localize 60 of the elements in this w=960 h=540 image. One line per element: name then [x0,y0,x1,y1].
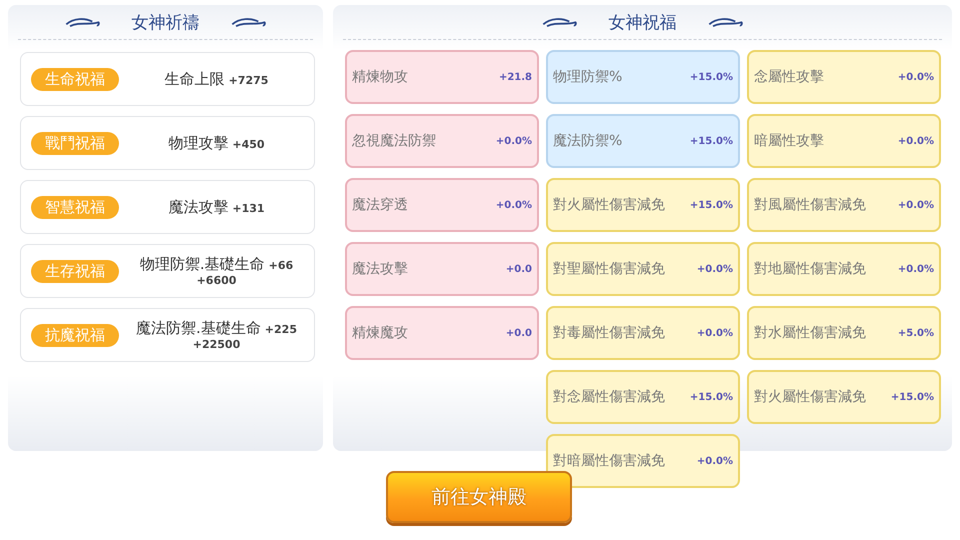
swirl-icon [64,16,102,28]
stat-name: 魔法防禦.基礎生命 [136,319,261,338]
stat-name: 物理防禦.基礎生命 [140,255,265,274]
stat-name: 魔法攻擊 [168,198,228,216]
go-to-temple-button[interactable]: 前往女神殿 [386,471,572,523]
stat-value: +15.0% [690,136,733,146]
stat-value: +0.0% [696,264,733,274]
stat-value: +0.0% [898,200,934,210]
stat-value: +131 [232,202,265,214]
blessing-badge: 生存祝福 [31,260,119,282]
stat-name: 精煉魔攻 [352,326,409,340]
stat-value: +22500 [192,338,240,351]
blessing-badge: 戰鬥祝福 [31,132,119,154]
swirl-icon [230,16,268,28]
stat-value: +450 [232,138,265,150]
stat-name: 精煉物攻 [352,70,409,84]
stat-value: +0.0% [496,200,532,210]
stat-name: 物理防禦% [553,70,624,84]
stat-name: 對火屬性傷害減免 [754,390,866,404]
panel-title: 女神祈禱 [132,12,200,34]
stat-name: 忽視魔法防禦 [352,134,437,148]
stat-value: +15.0% [690,392,733,402]
stat-value: +6600 [196,274,236,287]
stat-name: 對地屬性傷害減免 [754,262,866,276]
stat-value: +0.0 [506,328,532,338]
stat-value: +7275 [228,74,268,86]
stat-name: 對念屬性傷害減免 [553,390,665,404]
swirl-icon [706,16,744,28]
stat-value: +15.0% [690,200,733,210]
stat-name: 生命上限 [164,70,225,88]
stat-name: 物理攻擊 [168,134,228,152]
panel-title: 女神祝福 [608,12,676,34]
stat-name: 對風屬性傷害減免 [754,198,866,212]
stat-value: +225 [264,323,297,336]
stat-value: +15.0% [690,72,733,82]
stat-name: 對聖屬性傷害減免 [553,262,665,276]
stat-value: +0.0% [898,72,934,82]
stat-value: +0.0% [696,328,733,338]
swirl-icon [540,16,578,28]
stat-name: 對水屬性傷害減免 [754,326,866,340]
stat-name: 暗屬性攻擊 [754,134,825,148]
stat-value: +21.8 [498,72,532,82]
stat-name: 魔法防禦% [553,134,624,148]
stat-name: 對暗屬性傷害減免 [553,454,665,468]
stat-name: 對毒屬性傷害減免 [553,326,665,340]
stat-value: +66 [268,259,294,272]
stat-value: +0.0% [898,264,934,274]
stat-name: 念屬性攻擊 [754,70,825,84]
stat-value: +0.0 [506,264,532,274]
blessing-badge: 抗魔祝福 [31,324,119,346]
stat-name: 魔法穿透 [352,198,409,212]
stat-value: +0.0% [898,136,934,146]
stat-value: +15.0% [890,392,934,402]
stat-name: 對火屬性傷害減免 [553,198,665,212]
stat-value: +5.0% [898,328,934,338]
stat-value: +0.0% [496,136,532,146]
stat-value: +0.0% [696,456,733,466]
blessing-badge: 智慧祝福 [31,196,119,218]
stat-name: 魔法攻擊 [352,262,409,276]
blessing-badge: 生命祝福 [31,68,119,90]
